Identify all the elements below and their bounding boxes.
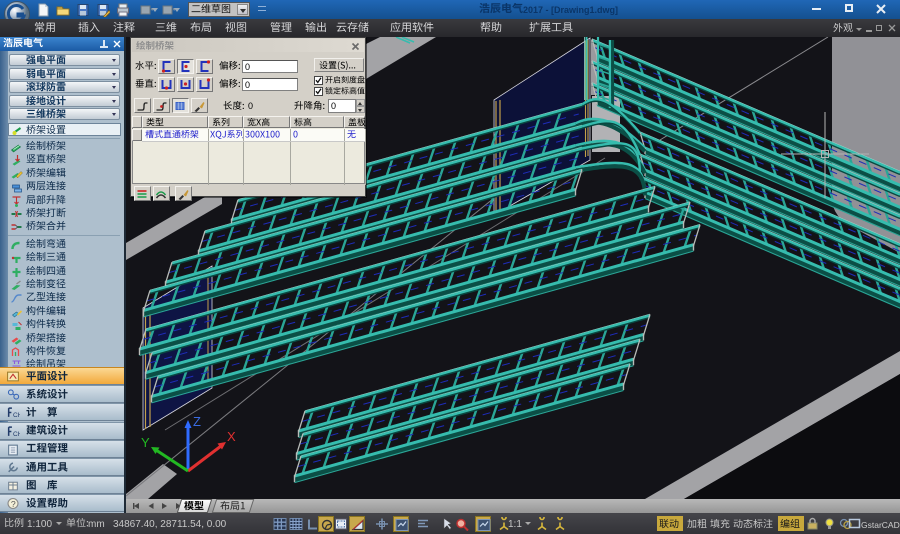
svg-text:CH: CH	[13, 412, 20, 419]
svg-text:CH: CH	[13, 430, 20, 437]
svg-text:?: ?	[11, 499, 16, 509]
svg-text:Y: Y	[141, 435, 150, 450]
svg-text:Z: Z	[193, 414, 201, 429]
svg-text:X: X	[227, 429, 236, 444]
